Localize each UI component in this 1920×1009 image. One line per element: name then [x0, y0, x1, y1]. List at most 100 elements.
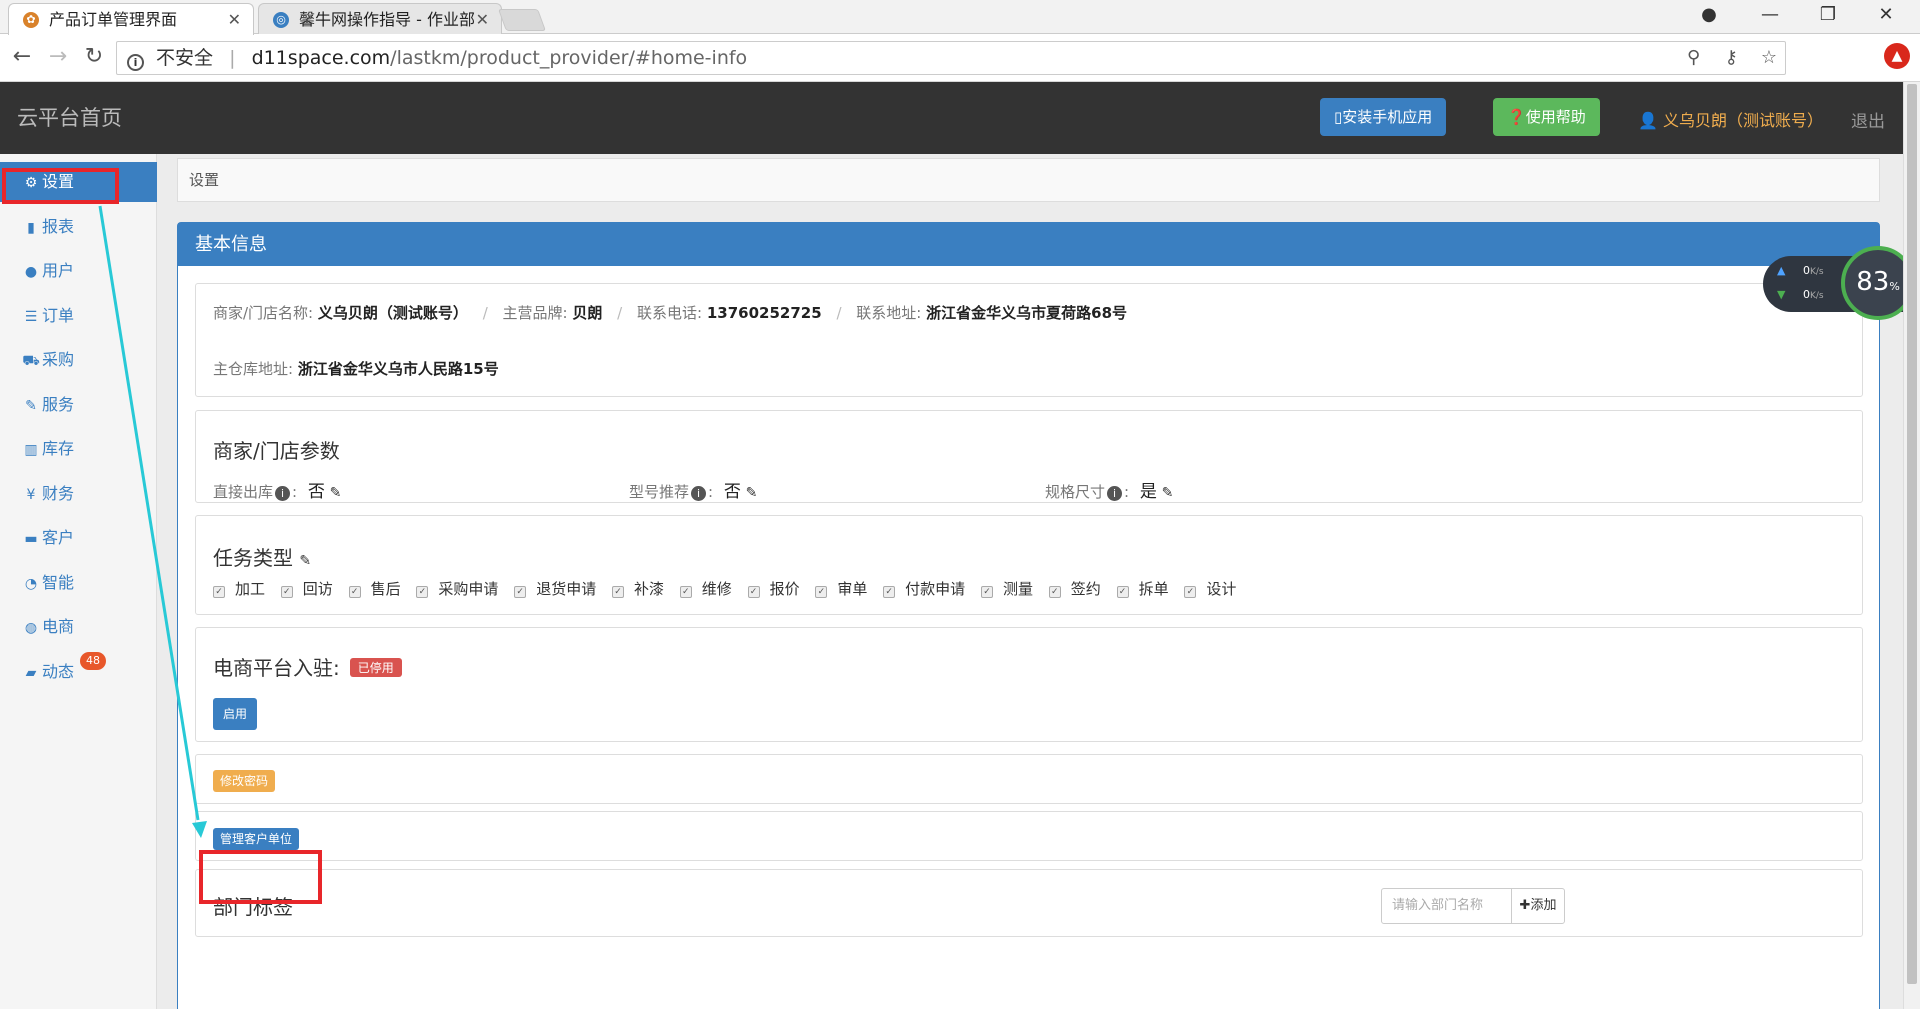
- task-checkbox[interactable]: ✓ 设计: [1184, 578, 1236, 599]
- brand-value: 贝朗: [572, 304, 603, 322]
- checkbox-icon[interactable]: ✓: [1116, 586, 1129, 598]
- checkbox-icon[interactable]: ✓: [213, 586, 225, 598]
- logout-link[interactable]: 退出: [1851, 107, 1885, 132]
- checkbox-icon[interactable]: ✓: [280, 586, 293, 598]
- info-icon[interactable]: i: [127, 54, 144, 71]
- zoom-icon[interactable]: ⚲: [1678, 42, 1710, 74]
- department-input[interactable]: 请输入部门名称: [1381, 888, 1512, 924]
- task-checkbox[interactable]: ✓ 加工: [213, 578, 265, 599]
- ecommerce-title: 电商平台入驻: 已停用: [213, 652, 402, 681]
- sidebar-item-activity[interactable]: ▰ 动态 48: [0, 652, 157, 692]
- close-window-icon[interactable]: ✕: [1866, 4, 1906, 25]
- task-checkbox[interactable]: ✓ 补漆: [611, 578, 664, 599]
- browser-tab-active[interactable]: ✿ 产品订单管理界面 ✕: [8, 3, 254, 35]
- key-icon[interactable]: ⚷: [1715, 42, 1747, 74]
- checkbox-icon[interactable]: ✓: [1048, 586, 1061, 598]
- plus-icon: ✚: [1519, 898, 1531, 913]
- checkbox-icon[interactable]: ✓: [815, 586, 828, 598]
- checkbox-icon[interactable]: ✓: [348, 586, 361, 598]
- extension-icon[interactable]: ▲: [1884, 43, 1910, 69]
- task-checkbox[interactable]: ✓ 拆单: [1116, 578, 1169, 599]
- task-checkbox[interactable]: ✓ 采购申请: [416, 578, 498, 599]
- task-checkbox[interactable]: ✓ 维修: [679, 578, 732, 599]
- task-checkbox[interactable]: ✓ 售后: [348, 578, 401, 599]
- sidebar: ⚙ 设置 ▮ 报表 ● 用户 ☰ 订单 ⛟ 采购 ✎ 服务 ▥ 库存 ¥ 财务 ▬ 客户 ◔ 智能 …: [0, 154, 157, 1009]
- sidebar-item-service[interactable]: ✎ 服务: [0, 385, 157, 425]
- minimize-icon[interactable]: —: [1750, 4, 1790, 25]
- task-types-label: 任务类型: [213, 546, 293, 570]
- sidebar-item-purchase[interactable]: ⛟ 采购: [0, 340, 157, 380]
- profile-icon[interactable]: ●: [1689, 4, 1729, 25]
- briefcase-icon: ▬: [24, 531, 38, 547]
- brand-link[interactable]: 云平台首页: [17, 102, 122, 132]
- checkbox-icon[interactable]: ✓: [416, 586, 429, 598]
- basic-info-line: 商家/门店名称: 义乌贝朗（测试账号） / 主营品牌: 贝朗 / 联系电话: 1…: [213, 302, 1127, 323]
- checkbox-icon[interactable]: ✓: [514, 586, 527, 598]
- task-checkbox[interactable]: ✓ 测量: [980, 578, 1033, 599]
- info-icon[interactable]: i: [691, 486, 707, 501]
- forward-icon[interactable]: →: [44, 44, 72, 69]
- edit-pencil-icon[interactable]: ✎: [1162, 485, 1174, 501]
- browser-tab[interactable]: ◎ 馨牛网操作指导 - 作业部 ✕: [258, 3, 502, 35]
- sidebar-item-reports[interactable]: ▮ 报表: [0, 207, 157, 247]
- edit-pencil-icon[interactable]: ✎: [330, 485, 342, 501]
- spec-size-value: 是: [1139, 482, 1157, 502]
- sidebar-item-label: 财务: [42, 484, 75, 503]
- sidebar-item-inventory[interactable]: ▥ 库存: [0, 429, 157, 469]
- brand-label: 主营品牌:: [502, 304, 568, 322]
- checkbox-icon[interactable]: ✓: [1184, 586, 1197, 598]
- tab-close-icon[interactable]: ✕: [228, 4, 241, 35]
- task-checkbox[interactable]: ✓ 签约: [1048, 578, 1101, 599]
- upload-unit: K/s: [1809, 267, 1824, 277]
- install-app-button[interactable]: ▯安装手机应用: [1320, 98, 1447, 136]
- change-password-button[interactable]: 修改密码: [213, 770, 276, 792]
- change-password-card: 修改密码: [195, 754, 1863, 804]
- task-types-card: 任务类型 ✎ ✓ 加工 ✓ 回访 ✓ 售后 ✓ 采购申请 ✓ 退货申请 ✓ 补漆 ✓ 维修 ✓…: [195, 515, 1863, 615]
- sidebar-item-finance[interactable]: ¥ 财务: [0, 474, 157, 514]
- checkbox-icon[interactable]: ✓: [883, 586, 896, 598]
- reload-icon[interactable]: ↻: [80, 44, 108, 69]
- edit-pencil-icon[interactable]: ✎: [746, 485, 758, 501]
- task-checkbox[interactable]: ✓ 回访: [280, 578, 333, 599]
- highlight-box-settings: [2, 168, 119, 204]
- scrollbar-thumb[interactable]: [1907, 84, 1917, 984]
- page-scrollbar[interactable]: [1903, 82, 1920, 1009]
- help-label: 使用帮助: [1525, 108, 1586, 126]
- restore-icon[interactable]: ❐: [1808, 4, 1848, 25]
- new-tab-button[interactable]: [497, 9, 547, 31]
- panel-title: 基本信息: [178, 223, 1879, 266]
- help-button[interactable]: ❓使用帮助: [1493, 98, 1600, 136]
- sidebar-item-label: 用户: [42, 261, 75, 280]
- sidebar-item-label: 采购: [42, 350, 75, 369]
- task-checkbox[interactable]: ✓ 报价: [747, 578, 800, 599]
- task-label: 采购申请: [438, 580, 499, 598]
- task-checkbox[interactable]: ✓ 审单: [815, 578, 867, 599]
- checkbox-icon[interactable]: ✓: [611, 586, 624, 598]
- user-menu[interactable]: 👤 义乌贝朗（测试账号）: [1638, 107, 1823, 131]
- edit-pencil-icon[interactable]: ✎: [299, 553, 311, 569]
- task-checkbox[interactable]: ✓ 付款申请: [883, 578, 965, 599]
- network-monitor-widget[interactable]: ▲ 0K/s ▼ 0K/s 83%: [1763, 246, 1915, 320]
- enable-button[interactable]: 启用: [213, 698, 258, 730]
- download-unit: K/s: [1809, 291, 1824, 301]
- sidebar-item-smart[interactable]: ◔ 智能: [0, 563, 157, 603]
- back-icon[interactable]: ←: [8, 44, 36, 69]
- add-department-button[interactable]: ✚添加: [1511, 888, 1565, 924]
- checkbox-icon[interactable]: ✓: [980, 586, 993, 598]
- sidebar-item-users[interactable]: ● 用户: [0, 251, 157, 291]
- checkbox-icon[interactable]: ✓: [747, 586, 760, 598]
- info-icon[interactable]: i: [1107, 486, 1123, 501]
- url-bar[interactable]: i 不安全 | d11space.com/lastkm/product_prov…: [116, 41, 1786, 75]
- sidebar-item-ecommerce[interactable]: ◍ 电商: [0, 607, 157, 647]
- info-icon[interactable]: i: [275, 486, 291, 501]
- tab-close-icon[interactable]: ✕: [476, 4, 489, 35]
- sidebar-item-orders[interactable]: ☰ 订单: [0, 296, 157, 336]
- task-checkbox[interactable]: ✓ 退货申请: [514, 578, 596, 599]
- checkbox-icon[interactable]: ✓: [679, 586, 692, 598]
- task-label: 补漆: [633, 580, 664, 598]
- manage-customers-card: 管理客户单位: [195, 811, 1863, 861]
- sidebar-item-customers[interactable]: ▬ 客户: [0, 518, 157, 558]
- bookmark-star-icon[interactable]: ☆: [1753, 42, 1785, 74]
- manage-customers-button[interactable]: 管理客户单位: [213, 828, 300, 850]
- user-icon: ●: [24, 264, 38, 280]
